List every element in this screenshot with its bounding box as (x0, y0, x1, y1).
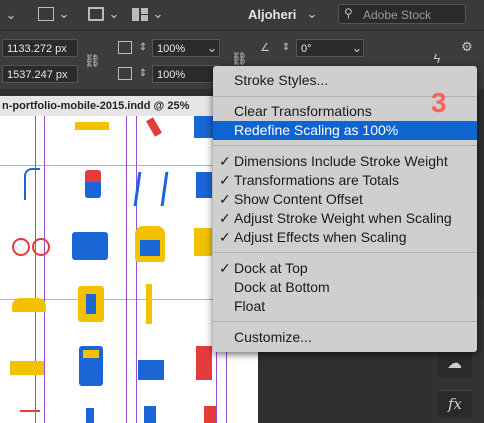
workspace-user-label[interactable]: Aljoheri (248, 7, 296, 22)
bus-icon (10, 361, 44, 375)
application-bar: ⌄ ⌄ ⌄ ⌄ Aljoheri ⌄ ⚲ Adobe Stock (0, 0, 484, 30)
stepper-icon[interactable]: ⇕ (137, 66, 149, 82)
scale-x-icon (118, 41, 132, 54)
chevron-down-icon[interactable]: ⌄ (306, 6, 318, 22)
menu-item-transformations-totals[interactable]: ✓ Transformations are Totals (213, 171, 477, 190)
backpack-icon (135, 226, 165, 262)
menu-item-dimensions-include-stroke[interactable]: ✓ Dimensions Include Stroke Weight (213, 152, 477, 171)
chevron-down-icon[interactable]: ⌄ (108, 6, 120, 22)
scale-y-icon (118, 67, 132, 80)
chevron-down-icon[interactable]: ⌄ (152, 6, 164, 22)
screen-mode-icon[interactable] (88, 7, 104, 21)
bicycle-icon (12, 238, 30, 256)
stock-search-input[interactable]: ⚲ Adobe Stock (338, 4, 466, 24)
creative-cloud-libraries-icon[interactable]: ☁ (438, 350, 472, 377)
menu-item-customize[interactable]: Customize... (213, 328, 477, 347)
frame-grid-icon[interactable] (38, 7, 54, 21)
menu-item-dock-bottom[interactable]: Dock at Bottom (213, 278, 477, 297)
ruler-icon (75, 122, 109, 130)
menu-separator (213, 252, 477, 253)
menu-item-show-content-offset[interactable]: ✓ Show Content Offset (213, 190, 477, 209)
guide-line (136, 116, 137, 423)
lightning-icon[interactable]: ϟ (430, 51, 444, 67)
step-annotation: 3 (431, 87, 447, 118)
menu-item-dock-top[interactable]: ✓ Dock at Top (213, 259, 477, 278)
eraser-icon (85, 170, 101, 198)
briefcase-icon (72, 232, 108, 260)
arrange-documents-icon[interactable] (132, 8, 148, 21)
bottle-icon (86, 408, 94, 423)
scale-y-field[interactable]: 100% (152, 65, 220, 83)
partial-icon (194, 228, 212, 256)
guide-line (35, 116, 36, 423)
pin-icon (20, 410, 40, 412)
stepper-icon[interactable]: ⇕ (280, 40, 292, 56)
menu-separator (213, 321, 477, 322)
chevron-down-icon[interactable]: ⌄ (4, 7, 18, 23)
rotation-angle-icon: ∠ (260, 42, 270, 54)
calculator-icon (79, 346, 103, 386)
x-position-field[interactable]: 1133.272 px (2, 39, 78, 57)
stepper-icon[interactable]: ⇕ (137, 40, 149, 56)
effects-icon[interactable]: fx (438, 390, 472, 417)
pencil-sharpener-icon (78, 286, 104, 322)
chair-icon (196, 172, 212, 198)
lamp-icon (24, 168, 40, 200)
partial-icon (194, 116, 214, 138)
gear-icon[interactable]: ⚙ (460, 39, 474, 55)
document-tab[interactable]: n-portfolio-mobile-2015.indd @ 25% (0, 96, 215, 116)
menu-item-adjust-effects[interactable]: ✓ Adjust Effects when Scaling (213, 228, 477, 247)
flask-icon (144, 406, 156, 423)
compass-icon (133, 172, 169, 206)
chevron-down-icon[interactable]: ⌄ (206, 40, 218, 56)
bicycle-wheel-icon (32, 238, 50, 256)
menu-item-redefine-scaling[interactable]: Redefine Scaling as 100% (213, 121, 477, 140)
desk-icon (138, 360, 164, 380)
pencil-icon (146, 284, 152, 324)
car-icon (12, 298, 46, 312)
menu-item-adjust-stroke-weight[interactable]: ✓ Adjust Stroke Weight when Scaling (213, 209, 477, 228)
constrain-link-icon[interactable]: ⛓ (84, 53, 101, 69)
menu-item-float[interactable]: Float (213, 297, 477, 316)
menu-separator (213, 145, 477, 146)
y-position-field[interactable]: 1537.247 px (2, 65, 78, 83)
constrain-scale-icon[interactable]: ⛓ (231, 51, 248, 67)
fire-extinguisher-icon (204, 406, 216, 423)
guide-line (44, 116, 45, 423)
search-placeholder: Adobe Stock (363, 8, 432, 22)
search-icon: ⚲ (344, 6, 353, 20)
pencil-icon (146, 117, 162, 137)
chevron-down-icon[interactable]: ⌄ (351, 40, 363, 56)
guide-line (126, 116, 127, 423)
chevron-down-icon[interactable]: ⌄ (58, 6, 70, 22)
partial-icon (196, 346, 212, 380)
